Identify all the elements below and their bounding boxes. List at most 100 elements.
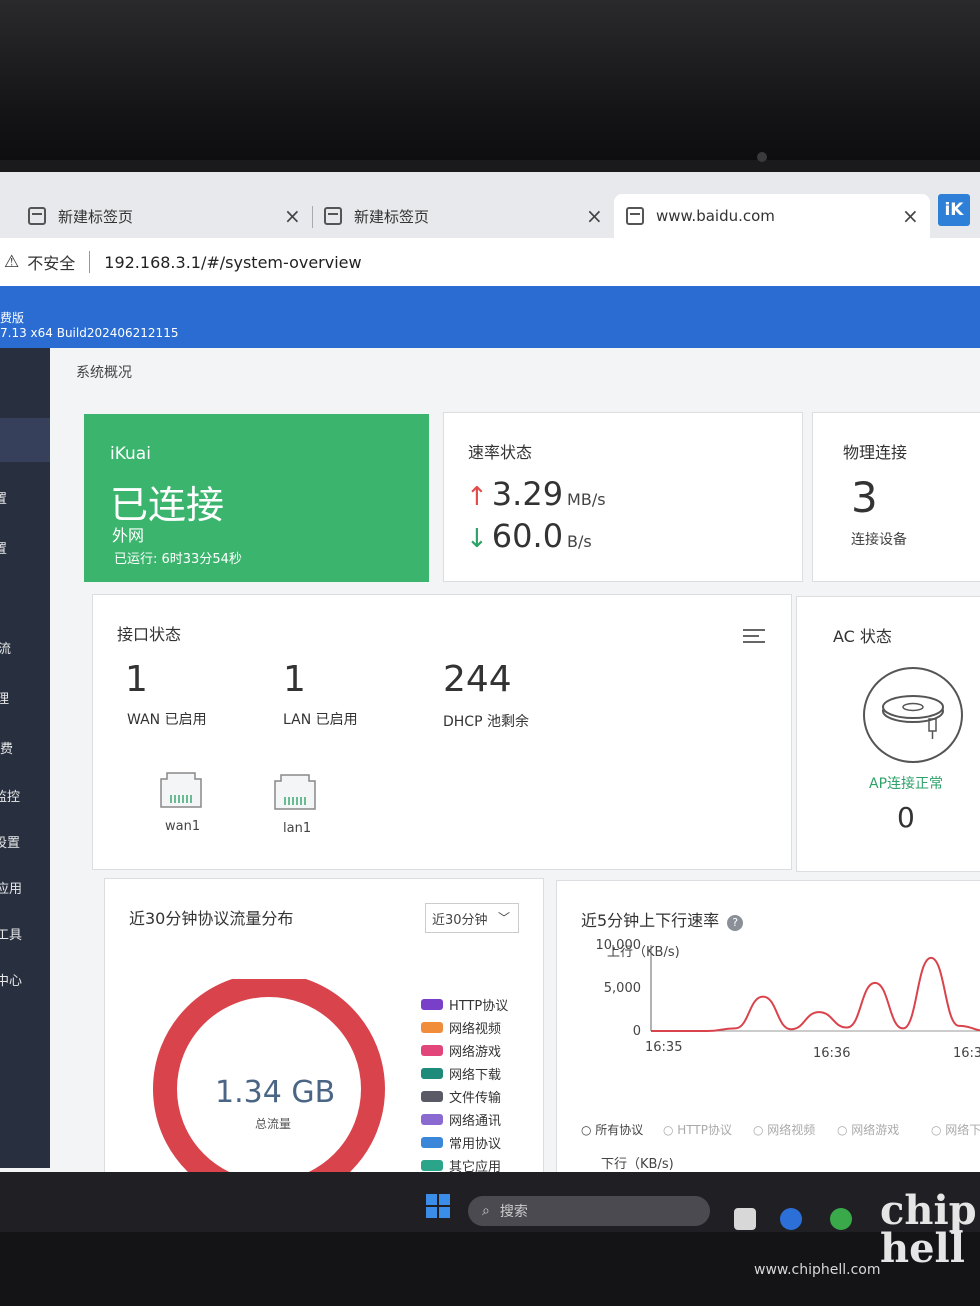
browser-icon[interactable] <box>830 1208 852 1230</box>
legend-item[interactable]: 常用协议 <box>421 1133 501 1152</box>
y-tick-label: 5,000 <box>604 981 641 996</box>
download-unit: B/s <box>567 532 592 551</box>
time-range-select[interactable]: 近30分钟 ﹀ <box>425 903 519 933</box>
legend-label: 文件传输 <box>449 1091 502 1106</box>
interface-status-card: 接口状态 1 WAN 已启用 1 LAN 已启用 244 DHCP 池剩余 wa… <box>92 594 792 870</box>
search-placeholder: 搜索 <box>499 1204 528 1220</box>
legend-item[interactable]: HTTP协议 <box>421 995 508 1014</box>
sidebar-item[interactable]: 监控 <box>0 786 20 805</box>
legend-swatch <box>421 999 443 1010</box>
rate-chart-card: 近5分钟上下行速率? 上行（KB/s) 10,000 5,000 0 16:35 16:… <box>556 880 980 1172</box>
new-tab-icon <box>324 207 342 225</box>
screen: 新建标签页 × 新建标签页 × www.baidu.com × iK ⚠ 不安全… <box>0 172 980 1172</box>
wan-count: 1 <box>125 659 148 700</box>
menu-icon[interactable] <box>743 629 765 647</box>
legend-swatch <box>421 1091 443 1102</box>
series-toggle[interactable]: ○ 网络下 <box>931 1121 980 1138</box>
series-toggle[interactable]: ○ 网络视频 <box>753 1121 815 1138</box>
warning-icon[interactable]: ⚠ <box>4 252 19 272</box>
app-icon[interactable] <box>780 1208 802 1230</box>
uptime-label: 已运行: 6时33分54秒 <box>114 552 242 567</box>
ac-status-card: AC 状态 AP连接正常 0 <box>796 596 980 872</box>
connection-state: 已连接 <box>110 483 225 527</box>
speed-status-card: 速率状态 ↑ 3.29 MB/s ↓ 60.0 B/s <box>443 412 803 582</box>
taskbar: ⌕ 搜索 <box>0 1172 980 1232</box>
windows-start-icon[interactable] <box>426 1194 450 1218</box>
breadcrumb: 系统概况 <box>76 365 132 381</box>
close-icon[interactable]: × <box>586 204 603 228</box>
new-tab-icon <box>28 207 46 225</box>
chiphell-logo: chip hell <box>880 1187 977 1272</box>
sidebar-item[interactable]: 费 <box>0 738 13 757</box>
sidebar-item[interactable]: 设置 <box>0 832 20 851</box>
legend-swatch <box>421 1137 443 1148</box>
address-bar[interactable]: ⚠ 不安全 192.168.3.1/#/system-overview <box>0 238 980 286</box>
down-axis-label: 下行（KB/s) <box>601 1157 674 1172</box>
search-icon: ⌕ <box>482 1203 490 1219</box>
ethernet-port-icon[interactable] <box>271 773 319 813</box>
legend-label: 网络视频 <box>449 1022 502 1037</box>
lan-count: 1 <box>283 659 306 700</box>
series-toggle[interactable]: ○ 所有协议 <box>581 1121 643 1138</box>
legend-label: 网络下载 <box>449 1068 502 1083</box>
taskbar-search[interactable]: ⌕ 搜索 <box>468 1196 710 1226</box>
ap-status: AP连接正常 <box>869 776 944 792</box>
sidebar-item[interactable]: 置 <box>0 488 7 507</box>
series-toggle[interactable]: ○ HTTP协议 <box>663 1121 732 1138</box>
tab-title: 新建标签页 <box>58 207 134 226</box>
legend-item[interactable]: 网络通讯 <box>421 1110 501 1129</box>
legend-label: 网络通讯 <box>449 1114 502 1129</box>
tab-divider <box>312 206 313 228</box>
arrow-up-icon: ↑ <box>466 482 488 512</box>
upload-value: 3.29 <box>491 475 564 513</box>
total-traffic-label: 总流量 <box>255 1117 292 1131</box>
legend-item[interactable]: 网络下载 <box>421 1064 501 1083</box>
ikuai-extension-icon[interactable]: iK <box>938 194 970 226</box>
ethernet-port-icon[interactable] <box>157 771 205 811</box>
edition-label: 费版 <box>0 311 25 325</box>
ap-count: 0 <box>897 801 915 834</box>
access-point-icon <box>863 667 963 763</box>
legend-swatch <box>421 1114 443 1125</box>
legend-label: HTTP协议 <box>449 999 509 1014</box>
sidebar-item[interactable]: 中心 <box>0 970 22 989</box>
upload-unit: MB/s <box>567 490 606 509</box>
tab-baidu[interactable]: www.baidu.com × <box>614 194 930 238</box>
physical-connection-card[interactable]: 物理连接 3 连接设备 <box>812 412 980 582</box>
sidebar-item[interactable]: 流 <box>0 638 11 657</box>
sidebar-item[interactable]: 理 <box>0 688 9 707</box>
device-count: 3 <box>851 473 878 522</box>
wan-label: WAN 已启用 <box>127 712 207 728</box>
sidebar: 置 置 流 理 费 监控 设置 应用 工具 中心 <box>0 348 50 1168</box>
webcam <box>757 152 767 162</box>
device-label: 连接设备 <box>851 532 907 548</box>
y-tick-label: 10,000 <box>596 938 642 953</box>
legend-item[interactable]: 网络游戏 <box>421 1041 501 1060</box>
sidebar-item[interactable]: 工具 <box>0 924 22 943</box>
legend-item[interactable]: 文件传输 <box>421 1087 501 1106</box>
card-title: 近30分钟协议流量分布 <box>129 909 294 928</box>
dhcp-label: DHCP 池剩余 <box>443 714 529 730</box>
security-label[interactable]: 不安全 <box>27 250 75 274</box>
connection-status-card[interactable]: iKuai 已连接 外网 已运行: 6时33分54秒 <box>84 414 429 582</box>
close-icon[interactable]: × <box>284 204 301 228</box>
monitor-bezel <box>0 0 980 162</box>
legend-swatch <box>421 1160 443 1171</box>
time-range-value: 近30分钟 <box>432 912 488 928</box>
lan-label: LAN 已启用 <box>283 712 358 728</box>
file-explorer-icon[interactable] <box>734 1208 756 1230</box>
close-icon[interactable]: × <box>902 204 919 228</box>
tab-new-2[interactable]: 新建标签页 × <box>324 194 606 238</box>
legend-item[interactable]: 其它应用 <box>421 1156 501 1172</box>
sidebar-item[interactable]: 应用 <box>0 878 22 897</box>
brand-label: iKuai <box>110 444 151 464</box>
legend-label: 网络游戏 <box>449 1045 502 1060</box>
series-toggle[interactable]: ○ 网络游戏 <box>837 1121 899 1138</box>
sidebar-item-overview[interactable] <box>0 418 50 462</box>
tab-strip: 新建标签页 × 新建标签页 × www.baidu.com × iK <box>0 172 980 238</box>
sidebar-item[interactable]: 置 <box>0 538 7 557</box>
tab-new-1[interactable]: 新建标签页 × <box>28 194 306 238</box>
legend-item[interactable]: 网络视频 <box>421 1018 501 1037</box>
url-text[interactable]: 192.168.3.1/#/system-overview <box>104 253 361 272</box>
app-header: 费版 7.13 x64 Build202406212115 <box>0 286 980 348</box>
